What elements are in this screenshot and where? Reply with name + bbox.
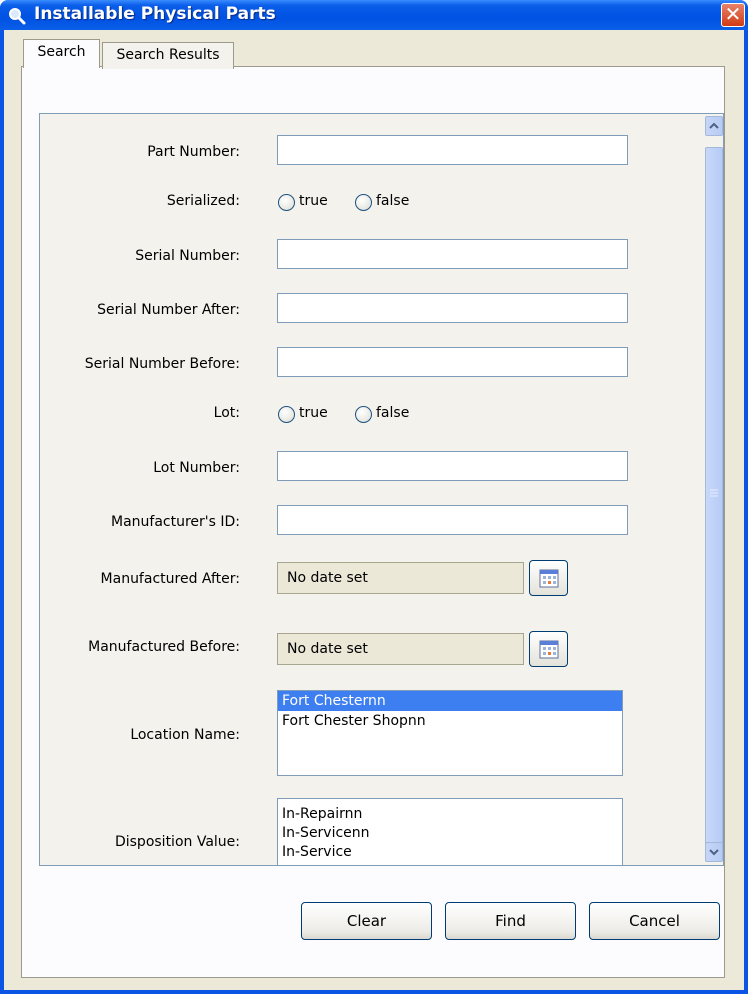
lot-number-input[interactable] — [277, 451, 628, 481]
title-bar[interactable]: Installable Physical Parts ✕ — [0, 0, 748, 30]
search-form-scroll-area: Part Number: Serialized: true false Seri… — [39, 113, 724, 866]
clear-button[interactable]: Clear — [301, 902, 432, 940]
scroll-thumb[interactable] — [705, 147, 723, 845]
tab-search[interactable]: Search — [23, 39, 100, 68]
list-item[interactable]: In-Repairnn — [278, 805, 622, 824]
lot-label: Lot: — [213, 405, 240, 421]
chevron-down-icon — [709, 849, 719, 856]
serialized-false-radio[interactable] — [355, 194, 372, 211]
serialized-false-label: false — [376, 193, 410, 209]
lot-true-radio[interactable] — [278, 406, 295, 423]
window-title: Installable Physical Parts — [34, 4, 276, 24]
manufactured-before-calendar-button[interactable] — [529, 631, 568, 667]
serial-number-before-input[interactable] — [277, 347, 628, 377]
serialized-true-label: true — [299, 193, 328, 209]
disposition-value-listbox[interactable]: In-Repairnn In-Servicenn In-Service — [277, 798, 623, 865]
lot-true-label: true — [299, 405, 328, 421]
serialized-label: Serialized: — [166, 193, 240, 209]
location-name-label: Location Name: — [130, 727, 240, 743]
list-item[interactable]: In-Service — [278, 843, 622, 862]
grip-icon — [710, 489, 718, 497]
manufactured-before-date-field[interactable]: No date set — [277, 633, 524, 665]
manufactured-after-label: Manufactured After: — [100, 571, 240, 587]
part-number-label: Part Number: — [147, 144, 240, 160]
lot-false-label: false — [376, 405, 410, 421]
list-item[interactable]: Fort Chesternn — [278, 691, 622, 711]
disposition-value-label: Disposition Value: — [114, 834, 240, 850]
serial-number-after-input[interactable] — [277, 293, 628, 323]
manufactured-after-calendar-button[interactable] — [529, 560, 568, 596]
manufacturer-id-label: Manufacturer's ID: — [110, 514, 240, 530]
serial-number-label: Serial Number: — [135, 248, 240, 264]
tab-search-results[interactable]: Search Results — [102, 42, 234, 69]
find-button[interactable]: Find — [445, 902, 576, 940]
chevron-up-icon — [709, 122, 719, 129]
manufactured-before-label: Manufactured Before: — [88, 639, 240, 655]
serial-number-input[interactable] — [277, 239, 628, 269]
calendar-icon — [539, 640, 559, 659]
location-name-listbox[interactable]: Fort Chesternn Fort Chester Shopnn — [277, 690, 623, 776]
close-button[interactable]: ✕ — [721, 3, 745, 27]
lot-false-radio[interactable] — [355, 406, 372, 423]
manufactured-after-date-field[interactable]: No date set — [277, 562, 524, 594]
serialized-true-radio[interactable] — [278, 194, 295, 211]
vertical-scrollbar[interactable] — [705, 115, 723, 864]
manufacturer-id-input[interactable] — [277, 505, 628, 535]
list-item[interactable]: In-Servicenn — [278, 824, 622, 843]
lot-number-label: Lot Number: — [153, 460, 240, 476]
serial-number-after-label: Serial Number After: — [97, 302, 240, 318]
scroll-down-button[interactable] — [705, 842, 723, 862]
scroll-up-button[interactable] — [705, 116, 723, 136]
cancel-button[interactable]: Cancel — [589, 902, 720, 940]
search-icon — [9, 8, 26, 25]
part-number-input[interactable] — [277, 135, 628, 165]
serial-number-before-label: Serial Number Before: — [84, 356, 240, 372]
list-item[interactable]: Fort Chester Shopnn — [278, 711, 622, 731]
calendar-icon — [539, 569, 559, 588]
